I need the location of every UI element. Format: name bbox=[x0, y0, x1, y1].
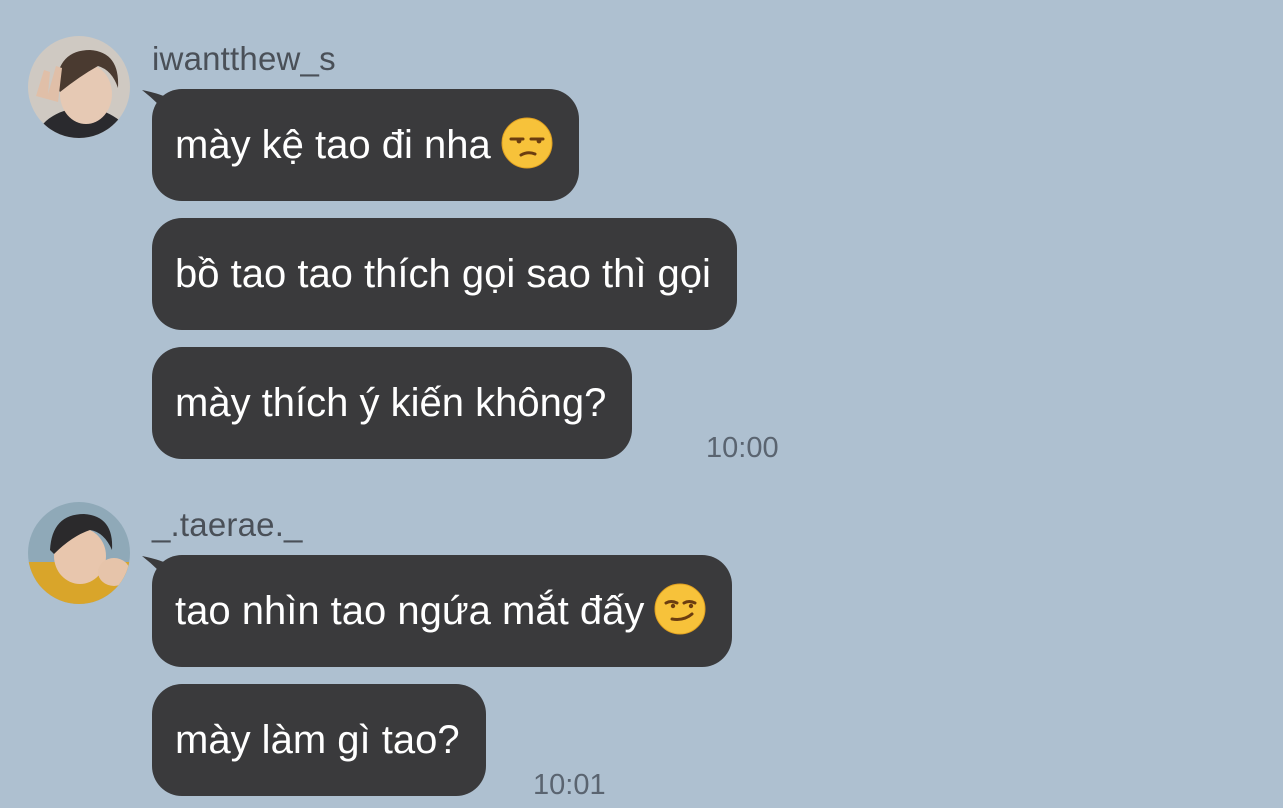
message-bubble[interactable]: tao nhìn tao ngứa mắt đấy bbox=[152, 555, 733, 667]
avatar[interactable] bbox=[28, 36, 130, 138]
message-bubble[interactable]: mày làm gì tao? bbox=[152, 684, 486, 796]
chat-view: iwantthew_s mày kệ tao đi nha bồ tao tao… bbox=[0, 0, 1283, 808]
message-timestamp: 10:01 bbox=[533, 769, 606, 801]
message-text: bồ tao tao thích gọi sao thì gọi bbox=[175, 252, 711, 296]
sender-name: _.taerae._ bbox=[152, 506, 303, 543]
message-bubble[interactable]: mày kệ tao đi nha bbox=[152, 89, 579, 201]
message-text: mày kệ tao đi nha bbox=[175, 123, 491, 167]
message-text: mày làm gì tao? bbox=[175, 718, 460, 762]
message-bubble[interactable]: mày thích ý kiến không? bbox=[152, 347, 633, 459]
message-text: mày thích ý kiến không? bbox=[175, 381, 607, 425]
unamused-face-icon bbox=[501, 117, 553, 169]
avatar[interactable] bbox=[28, 502, 130, 604]
sender-name: iwantthew_s bbox=[152, 40, 336, 77]
message-text: tao nhìn tao ngứa mắt đấy bbox=[175, 589, 645, 633]
user-avatar-icon bbox=[28, 36, 130, 138]
user-avatar-icon bbox=[28, 502, 130, 604]
message-bubble[interactable]: bồ tao tao thích gọi sao thì gọi bbox=[152, 218, 737, 330]
message-timestamp: 10:00 bbox=[706, 432, 779, 464]
smirking-face-icon bbox=[654, 583, 706, 635]
